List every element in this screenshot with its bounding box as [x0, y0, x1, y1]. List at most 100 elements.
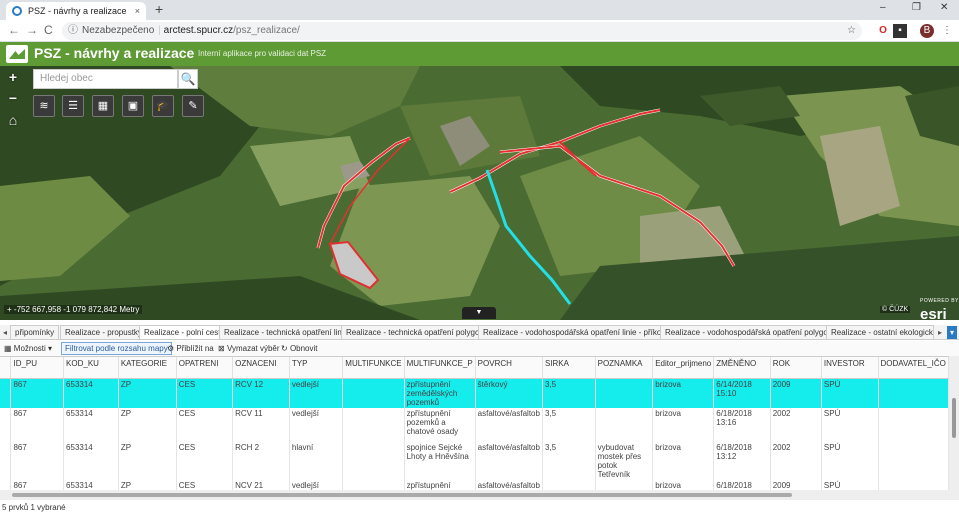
tabs-menu-icon[interactable]: ▾ [947, 326, 957, 339]
forward-button[interactable]: → [26, 23, 38, 37]
clear-icon: ⊠ [218, 344, 225, 353]
column-header-poznamka[interactable]: POZNAMKA [595, 357, 654, 379]
column-header-typ[interactable]: TYP [289, 357, 344, 379]
column-header-zm-n-no[interactable]: ZMĚNĚNO [713, 357, 771, 379]
info-icon[interactable]: ⓘ [68, 22, 78, 40]
layers-icon[interactable]: ≋ [33, 95, 55, 117]
table-row[interactable]: 867 653314 ZP CES RCV 12 vedlejší zpřístupnění… [0, 378, 949, 408]
table-cell: vedlejší [289, 480, 344, 490]
minimize-button[interactable]: – [880, 2, 886, 13]
esri-logo: POWERED BY esri [920, 294, 959, 320]
maximize-button[interactable]: ❐ [912, 2, 921, 13]
column-header-kod-ku[interactable]: KOD_KU [63, 357, 119, 379]
table-cell: SPÚ [821, 442, 879, 480]
table-cell: vedlejší [289, 408, 344, 442]
back-button[interactable]: ← [8, 23, 20, 37]
map-view[interactable]: Hledej obec 🔍 + − ⌂ ≋ ☰ ▦ ▣ 🎓 ✎ + -752 6… [0, 66, 959, 320]
url-field[interactable]: ⓘ Nezabezpečeno | arctest.spucr.cz/psz_re… [62, 22, 862, 40]
zoom-in-button[interactable]: + [5, 69, 21, 85]
table-cell: brizova [652, 480, 715, 490]
close-window-button[interactable]: ✕ [940, 2, 948, 13]
table-cell: 2009 [770, 378, 822, 408]
home-icon[interactable]: ⌂ [5, 112, 21, 128]
legend-icon[interactable]: ☰ [62, 95, 84, 117]
filter-by-extent-button[interactable]: Filtrovat podle rozsahu mapy [61, 342, 172, 355]
app-title: PSZ - návrhy a realizace [34, 45, 195, 61]
opera-extension-icon[interactable]: O [876, 24, 890, 38]
table-vertical-scrollbar[interactable] [949, 356, 959, 490]
table-row[interactable]: 867 653314 ZP CES RCH 2 hlavní spojnice Sejcké… [0, 442, 949, 480]
table-cell [595, 408, 654, 442]
table-cell: brizova [652, 408, 715, 442]
tab-pripominky[interactable]: připomínky [10, 325, 60, 339]
row-selector[interactable] [0, 378, 12, 408]
draw-icon[interactable]: ✎ [182, 95, 204, 117]
clear-selection-button[interactable]: ⊠ Vymazat výběr [218, 341, 280, 356]
chevron-down-icon: ▼ [475, 309, 483, 316]
column-header-opatreni[interactable]: OPATRENI [176, 357, 234, 379]
scrollbar-thumb[interactable] [952, 398, 956, 438]
column-header-dodavatel-i-o[interactable]: DODAVATEL_IČO [878, 357, 949, 379]
tab-realizace-propustky[interactable]: Realizace - propustky [60, 325, 147, 339]
new-tab-button[interactable]: + [155, 1, 163, 17]
app-subtitle: Interní aplikace pro validaci dat PSZ [198, 49, 327, 58]
reload-button[interactable]: C [44, 23, 53, 37]
browser-tab[interactable]: PSZ - návrhy a realizace × [6, 2, 146, 20]
column-header-investor[interactable]: INVESTOR [821, 357, 879, 379]
tab-realizace-polni-cesty[interactable]: Realizace - polní cesty [139, 325, 230, 339]
search-input[interactable]: Hledej obec [33, 69, 178, 89]
status-bar: 5 prvků 1 vybrané [2, 503, 66, 512]
attribute-table: ID_PU KOD_KU KATEGORIE OPATRENI OZNACENI TYP M… [0, 356, 949, 490]
table-cell: CES [176, 408, 234, 442]
tab-realizace-technicka-polygony[interactable]: Realizace - technická opatření polygony [341, 325, 493, 339]
column-header-id-pu[interactable]: ID_PU [10, 357, 65, 379]
table-cell [342, 480, 405, 490]
tabs-scroll-left-icon[interactable]: ◂ [0, 326, 10, 339]
column-header-oznaceni[interactable]: OZNACENI [232, 357, 290, 379]
table-cell: 867 [10, 408, 65, 442]
table-cell: asfaltové/asfaltob [475, 442, 543, 480]
print-icon[interactable]: ▣ [122, 95, 144, 117]
column-header-multifunkce-p[interactable]: MULTIFUNKCE_P [404, 357, 476, 379]
table-cell: CES [176, 378, 234, 408]
browser-menu-icon[interactable]: ⋮ [940, 24, 954, 38]
tab-realizace-vodohospodarska-polygony[interactable]: Realizace - vodohospodářská opatření pol… [660, 325, 842, 339]
basemap-gallery-icon[interactable]: ▦ [92, 95, 114, 117]
row-selector[interactable] [0, 408, 12, 442]
column-header-povrch[interactable]: POVRCH [475, 357, 543, 379]
refresh-button[interactable]: ↻ Obnovit [281, 341, 318, 356]
options-menu[interactable]: ▦ Možnosti ▾ [4, 341, 52, 356]
url-host: arctest.spucr.cz [163, 25, 234, 36]
column-header-kategorie[interactable]: KATEGORIE [118, 357, 177, 379]
table-cell [342, 442, 405, 480]
column-header-sirka[interactable]: SIRKA [542, 357, 596, 379]
table-cell [878, 378, 949, 408]
row-selector[interactable] [0, 480, 12, 490]
tab-realizace-technicka-linie[interactable]: Realizace - technická opatření linie [219, 325, 354, 339]
tab-realizace-vodohospodarska-linie[interactable]: Realizace - vodohospodářská opatření lin… [478, 325, 675, 339]
about-icon[interactable]: 🎓 [152, 95, 174, 117]
row-selector[interactable] [0, 442, 12, 480]
table-horizontal-scrollbar[interactable] [0, 490, 959, 500]
zoom-to-button[interactable]: ⚙ Přiblížit na [167, 341, 214, 356]
column-header-editor-prijmeno[interactable]: Editor_prijmeno [652, 357, 715, 379]
search-button[interactable]: 🔍 [178, 69, 198, 89]
profile-avatar[interactable]: B [920, 24, 934, 38]
table-body: 867 653314 ZP CES RCV 12 vedlejší zpřístupnění… [0, 378, 949, 490]
collapse-map-button[interactable]: ▼ [462, 307, 496, 319]
scrollbar-thumb[interactable] [12, 493, 792, 497]
tab-close-icon[interactable]: × [135, 2, 140, 20]
bookmark-star-icon[interactable]: ☆ [847, 22, 856, 40]
crosshair-icon: + [7, 305, 12, 314]
zoom-out-button[interactable]: − [5, 90, 21, 106]
table-row[interactable]: 867 653314 ZP CES NCV 21 vedlejší zpřístupnění… [0, 480, 949, 490]
extension-icon[interactable]: ▪ [893, 24, 907, 38]
column-header-multifunkce[interactable]: MULTIFUNKCE [342, 357, 405, 379]
table-row[interactable]: 867 653314 ZP CES RCV 11 vedlejší zpřístupnění… [0, 408, 949, 442]
tabs-scroll-right-icon[interactable]: ▸ [935, 326, 945, 339]
tab-realizace-ostatni-ekologicka[interactable]: Realizace - ostatní ekologická o [826, 325, 934, 339]
column-header-rok[interactable]: ROK [770, 357, 822, 379]
options-label: Možnosti [13, 344, 46, 353]
table-cell: RCV 12 [232, 378, 290, 408]
insecure-label: Nezabezpečeno [82, 25, 155, 36]
